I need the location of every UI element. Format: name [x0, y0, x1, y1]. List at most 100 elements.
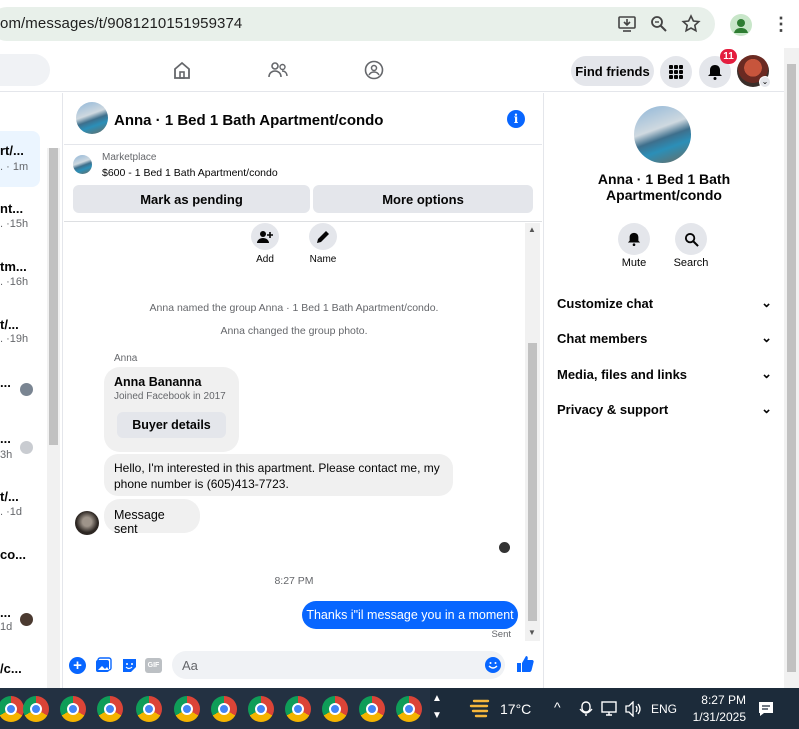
- profile-card: Anna Bananna Joined Facebook in 2017 Buy…: [104, 367, 239, 452]
- gif-icon[interactable]: GIF: [145, 658, 162, 673]
- chrome-taskbar-icon[interactable]: [136, 696, 162, 722]
- list-item-title[interactable]: nt...: [0, 201, 23, 216]
- chevron-up-icon[interactable]: ^: [554, 699, 561, 715]
- chrome-taskbar-icon[interactable]: [23, 696, 49, 722]
- list-item-title[interactable]: ...: [0, 375, 11, 390]
- url-text[interactable]: om/messages/t/9081210151959374: [0, 15, 242, 32]
- zoom-icon[interactable]: [649, 14, 669, 34]
- emoji-icon[interactable]: [485, 657, 501, 673]
- address-bar[interactable]: om/messages/t/9081210151959374: [0, 7, 715, 41]
- list-item-title[interactable]: /c...: [0, 661, 22, 676]
- marketplace-banner: Marketplace $600 - 1 Bed 1 Bath Apartmen…: [64, 146, 542, 222]
- list-item-title[interactable]: ...: [0, 605, 11, 620]
- add-people-button[interactable]: [251, 223, 279, 250]
- message-input[interactable]: Aa: [172, 651, 505, 679]
- taskbar-apps: ▲ ▼: [0, 688, 442, 729]
- chat-title[interactable]: Anna · 1 Bed 1 Bath Apartment/condo: [114, 112, 383, 129]
- chrome-taskbar-icon[interactable]: [359, 696, 385, 722]
- bookmark-star-icon[interactable]: [681, 14, 701, 34]
- chrome-taskbar-icon[interactable]: [97, 696, 123, 722]
- chat-info-panel: Anna · 1 Bed 1 Bath Apartment/condo Mute…: [543, 93, 784, 688]
- mute-button[interactable]: [618, 223, 650, 255]
- add-label: Add: [256, 254, 274, 265]
- plus-icon[interactable]: +: [69, 657, 86, 674]
- find-friends-button[interactable]: Find friends: [571, 56, 654, 86]
- buyer-details-button[interactable]: Buyer details: [117, 412, 226, 438]
- chrome-taskbar-icon[interactable]: [396, 696, 422, 722]
- group-avatar[interactable]: [76, 102, 108, 134]
- home-icon[interactable]: [172, 60, 192, 80]
- chrome-taskbar-icon[interactable]: [211, 696, 237, 722]
- language-indicator[interactable]: ENG: [651, 702, 677, 716]
- chevron-down-icon[interactable]: ⌄: [759, 76, 771, 88]
- listing-thumbnail[interactable]: [73, 155, 92, 174]
- composer: + GIF Aa: [64, 641, 542, 688]
- scroll-up-icon[interactable]: ▲: [528, 225, 536, 234]
- notification-center-icon[interactable]: [757, 700, 775, 718]
- more-options-button[interactable]: More options: [313, 185, 533, 213]
- friends-icon[interactable]: [268, 60, 288, 80]
- privacy-support-row[interactable]: Privacy & support ⌄: [557, 401, 772, 417]
- list-item-title[interactable]: rt/...: [0, 143, 24, 158]
- temperature[interactable]: 17°C: [500, 701, 531, 717]
- list-item-sub: . ·15h: [0, 218, 29, 230]
- meet-now-icon[interactable]: [579, 701, 593, 717]
- row-label: Privacy & support: [557, 401, 669, 417]
- list-item-sub: . ·1d: [0, 506, 23, 518]
- list-item-title[interactable]: tm...: [0, 259, 27, 274]
- chevron-down-icon: ⌄: [761, 295, 772, 310]
- list-item-title[interactable]: ...: [0, 431, 11, 446]
- list-item-sub: 1d: [0, 621, 13, 633]
- grid-icon: [669, 65, 683, 79]
- groups-icon[interactable]: [364, 60, 384, 80]
- pencil-icon: [317, 230, 329, 243]
- chevron-down-icon: ⌄: [761, 401, 772, 416]
- menu-kebab-icon[interactable]: ⋮: [772, 14, 790, 34]
- network-icon[interactable]: [601, 701, 619, 717]
- thread-scrollbar[interactable]: ▲ ▼: [525, 223, 540, 641]
- group-photo[interactable]: [634, 106, 691, 163]
- taskbar-scroll-icon[interactable]: ▲ ▼: [432, 690, 442, 724]
- incoming-message[interactable]: Message sent: [104, 499, 200, 536]
- weather-haze-icon[interactable]: [468, 698, 492, 718]
- left-scrollbar[interactable]: [47, 148, 60, 688]
- search-button[interactable]: [675, 223, 707, 255]
- incoming-message[interactable]: Hello, I'm interested in this apartment.…: [104, 454, 453, 496]
- chevron-down-icon: ⌄: [761, 366, 772, 381]
- sender-avatar[interactable]: [75, 511, 99, 535]
- chrome-taskbar-icon[interactable]: [285, 696, 311, 722]
- name-group-button[interactable]: [309, 223, 337, 250]
- info-icon[interactable]: i: [507, 110, 525, 128]
- windows-taskbar: ▲ ▼ 17°C ^ ENG 8:27 PM 1/31/2025: [0, 688, 799, 729]
- chat-members-row[interactable]: Chat members ⌄: [557, 330, 772, 346]
- volume-icon[interactable]: [625, 701, 643, 717]
- customize-chat-row[interactable]: Customize chat ⌄: [557, 295, 772, 311]
- outgoing-message[interactable]: Thanks i"il message you in a moment: [302, 601, 518, 629]
- scroll-down-icon[interactable]: ▼: [528, 628, 536, 637]
- menu-grid-button[interactable]: [660, 56, 692, 88]
- clock-time: 8:27 PM: [701, 693, 746, 707]
- facebook-nav: Find friends: [0, 48, 784, 92]
- chrome-taskbar-icon[interactable]: [0, 696, 24, 722]
- list-item-title[interactable]: t/...: [0, 489, 19, 504]
- install-app-icon[interactable]: [617, 14, 637, 34]
- list-item-sub: . ·19h: [0, 333, 29, 345]
- mark-as-pending-button[interactable]: Mark as pending: [73, 185, 310, 213]
- search-field[interactable]: [0, 54, 50, 86]
- listing-title[interactable]: $600 - 1 Bed 1 Bath Apartment/condo: [102, 167, 278, 179]
- timestamp: 8:27 PM: [274, 575, 314, 587]
- clock[interactable]: 8:27 PM 1/31/2025: [680, 692, 746, 726]
- chrome-taskbar-icon[interactable]: [248, 696, 274, 722]
- active-conversation-highlight[interactable]: [0, 131, 40, 187]
- chrome-taskbar-icon[interactable]: [60, 696, 86, 722]
- list-item-title[interactable]: co...: [0, 547, 26, 562]
- photo-icon[interactable]: [95, 657, 112, 674]
- sticker-icon[interactable]: [121, 657, 138, 674]
- profile-avatar-icon[interactable]: [730, 14, 752, 36]
- thumbs-up-icon[interactable]: [516, 655, 534, 673]
- media-files-links-row[interactable]: Media, files and links ⌄: [557, 366, 772, 382]
- chrome-taskbar-icon[interactable]: [174, 696, 200, 722]
- window-scrollbar[interactable]: [784, 48, 799, 688]
- list-item-title[interactable]: t/...: [0, 317, 19, 332]
- chrome-taskbar-icon[interactable]: [322, 696, 348, 722]
